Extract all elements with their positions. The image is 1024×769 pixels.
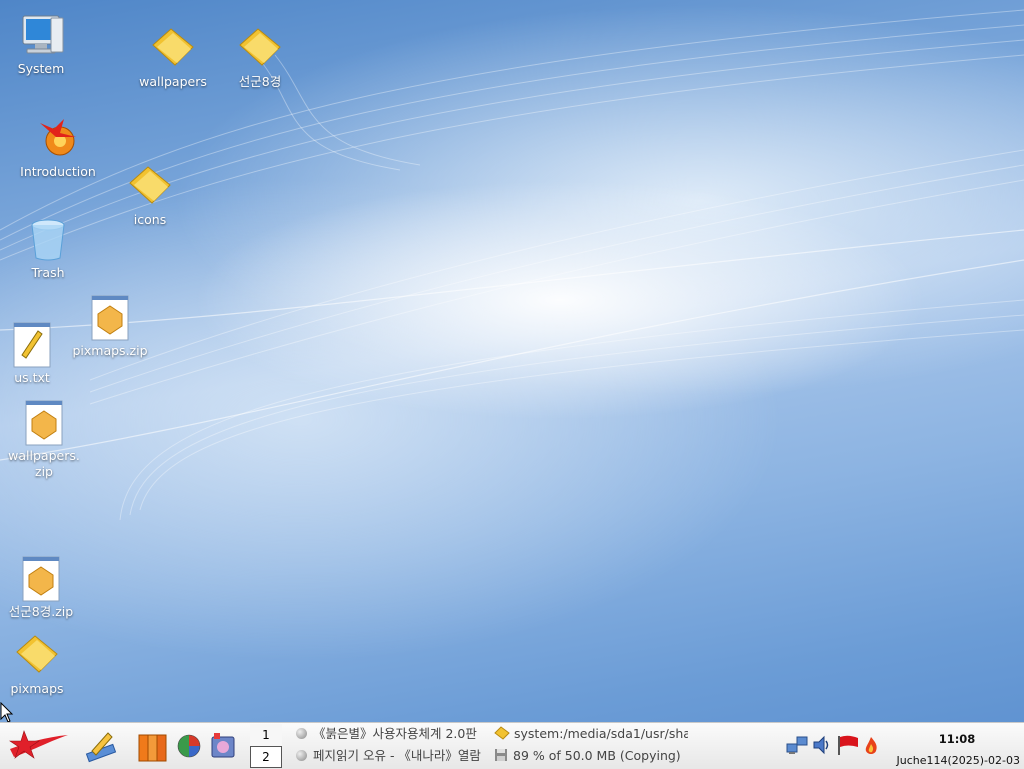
trash-icon <box>31 219 65 261</box>
books-icon <box>138 734 167 762</box>
desktop-icon-label: System <box>17 61 65 76</box>
desktop-icon-label: wallpapers <box>139 74 207 89</box>
desktop-icon-pixmaps[interactable]: pixmaps <box>0 632 75 697</box>
desktop-icon-songun-zip[interactable]: 선군8경.zip <box>3 555 79 620</box>
zip-file-icon <box>25 400 63 446</box>
speaker-icon <box>813 735 829 755</box>
desktop-icon-label: wallpapers.zip <box>8 448 80 479</box>
flame-icon <box>865 737 877 754</box>
red-star-gear-icon <box>40 119 76 156</box>
task-label: 《붉은별》사용자용체계 2.0판 <box>313 726 477 741</box>
desktop-icon-wallpapers-zip[interactable]: wallpapers.zip <box>6 399 82 480</box>
desktop-icon-label: 선군8경.zip <box>8 604 74 619</box>
quicklaunch-browser[interactable] <box>176 733 202 759</box>
desktop-icon-label: pixmaps <box>10 681 64 696</box>
desktop-icon-label: Trash <box>31 265 65 280</box>
desktop-icon-pixmaps-zip[interactable]: pixmaps.zip <box>72 294 148 359</box>
tray-network[interactable] <box>786 734 808 756</box>
clock-time[interactable]: 11:08 <box>925 732 989 746</box>
desktop-icon-label: Introduction <box>20 164 96 179</box>
task-button[interactable]: system:/media/sda1/usr/share <box>494 724 688 744</box>
clock-date: Juche114(2025)-02-03 <box>896 754 1020 767</box>
desktop-icon-system[interactable]: System <box>3 12 79 77</box>
task-label: 89 % of 50.0 MB (Copying) <box>513 748 681 763</box>
pencil-ruler-icon <box>85 732 117 763</box>
app-icon <box>296 750 307 761</box>
desktop-icon-songun[interactable]: 선군8경 <box>222 25 298 90</box>
media-player-icon <box>211 733 235 758</box>
desktop-icon-icons[interactable]: icons <box>112 163 188 228</box>
red-flag-icon <box>838 735 858 755</box>
desktop-icon-trash[interactable]: Trash <box>10 216 86 281</box>
network-icon <box>786 736 808 754</box>
desktop-pager-2[interactable]: 2 <box>250 746 282 768</box>
app-icon <box>296 728 307 739</box>
globe-icon <box>177 734 201 758</box>
desktop-icon-label: us.txt <box>14 370 50 385</box>
folder-icon <box>152 28 194 66</box>
desktop-icon-wallpapers[interactable]: wallpapers <box>135 25 211 90</box>
folder-icon <box>129 166 171 204</box>
quicklaunch-media[interactable] <box>208 731 238 761</box>
task-label: 페지읽기 오유 - 《내나라》열람 <box>313 748 481 763</box>
floppy-disk-icon <box>495 749 507 761</box>
desktop-icon-us-txt[interactable]: us.txt <box>0 321 70 386</box>
task-button[interactable]: 89 % of 50.0 MB (Copying) <box>494 746 694 766</box>
task-button[interactable]: 《붉은별》사용자용체계 2.0판 <box>296 724 484 744</box>
task-button[interactable]: 페지읽기 오유 - 《내나라》열람 <box>296 746 484 766</box>
taskbar: 1 2 《붉은별》사용자용체계 2.0판 system:/media/sda1/… <box>0 722 1024 769</box>
quicklaunch-library[interactable] <box>137 731 169 763</box>
desktop-icon-introduction[interactable]: Introduction <box>20 115 96 180</box>
folder-icon <box>16 635 58 673</box>
text-file-icon <box>13 322 51 368</box>
computer-icon <box>22 15 64 54</box>
desktop-pager-1[interactable]: 1 <box>250 724 282 746</box>
folder-icon <box>239 28 281 66</box>
task-label: system:/media/sda1/usr/share <box>514 726 688 741</box>
red-star-logo-icon <box>9 730 68 759</box>
wallpaper-swoosh <box>0 9 1024 521</box>
zip-file-icon <box>91 295 129 341</box>
tray-notification[interactable] <box>862 736 880 756</box>
start-menu-button[interactable] <box>6 727 70 765</box>
mouse-cursor-icon <box>0 702 14 723</box>
quicklaunch-editor[interactable] <box>84 729 118 763</box>
zip-file-icon <box>22 556 60 602</box>
desktop-icon-label: icons <box>133 212 167 227</box>
tray-volume[interactable] <box>811 734 833 756</box>
folder-icon <box>494 726 510 740</box>
desktop-icon-label: 선군8경 <box>238 74 282 89</box>
tray-language[interactable] <box>836 734 860 756</box>
desktop-icon-label: pixmaps.zip <box>72 343 148 358</box>
